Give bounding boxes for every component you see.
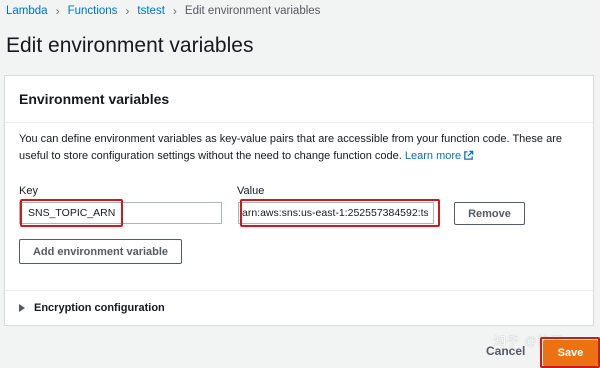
- panel-description: You can define environment variables as …: [19, 131, 589, 167]
- learn-more-label: Learn more: [404, 150, 462, 162]
- description-text: You can define environment variables as …: [19, 133, 562, 162]
- add-environment-variable-button[interactable]: Add environment variable: [19, 239, 182, 264]
- learn-more-link[interactable]: Learn more: [405, 150, 474, 162]
- chevron-right-icon: ›: [125, 4, 130, 18]
- value-label: Value: [237, 185, 265, 197]
- breadcrumb: Lambda › Functions › tstest › Edit envir…: [6, 4, 320, 18]
- divider: [5, 290, 593, 291]
- panel-header: Environment variables: [5, 76, 593, 123]
- caret-right-icon: [19, 304, 25, 312]
- save-button[interactable]: Save: [543, 340, 598, 366]
- breadcrumb-lambda-link[interactable]: Lambda: [6, 5, 48, 17]
- chevron-right-icon: ›: [55, 4, 60, 18]
- chevron-right-icon: ›: [172, 4, 177, 18]
- remove-button[interactable]: Remove: [454, 202, 525, 225]
- breadcrumb-functions-link[interactable]: Functions: [68, 5, 118, 17]
- key-label: Key: [19, 185, 38, 197]
- env-value-input[interactable]: [238, 202, 434, 224]
- encryption-configuration-label: Encryption configuration: [34, 302, 165, 314]
- panel-title: Environment variables: [19, 91, 170, 107]
- external-link-icon: [463, 150, 474, 167]
- page-title: Edit environment variables: [6, 34, 254, 57]
- env-key-input[interactable]: [19, 202, 222, 224]
- environment-variables-panel: Environment variables You can define env…: [4, 75, 594, 326]
- breadcrumb-current: Edit environment variables: [184, 5, 321, 17]
- breadcrumb-function-link[interactable]: tstest: [137, 5, 164, 17]
- encryption-configuration-toggle[interactable]: Encryption configuration: [19, 302, 165, 314]
